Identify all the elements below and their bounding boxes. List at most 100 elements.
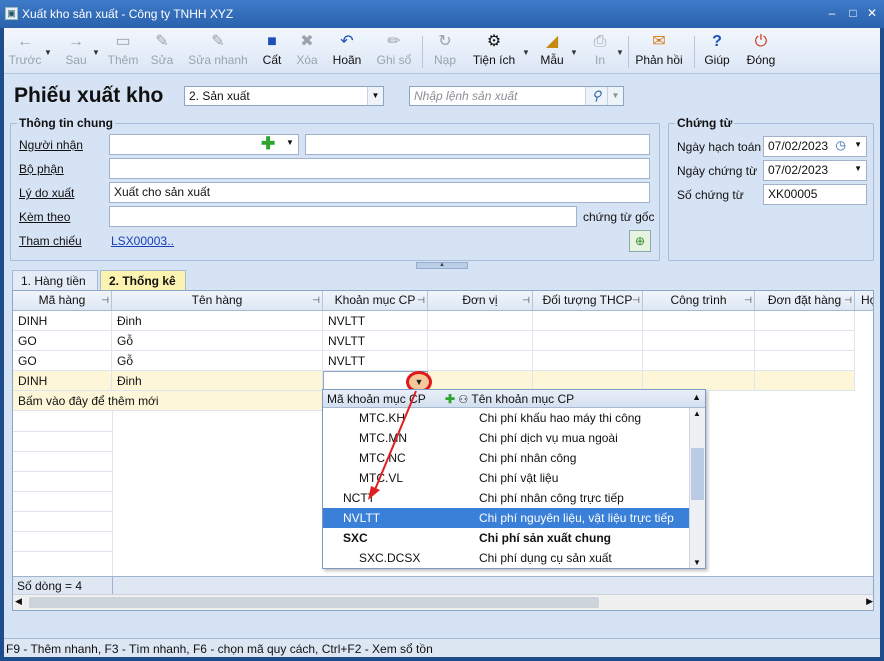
column-header[interactable]: Đơn đặt hàng ⊣ — [755, 291, 855, 311]
edit-button[interactable]: ✎ Sửa — [148, 32, 176, 72]
undo-button[interactable]: ↶ Hoãn — [330, 32, 364, 72]
add-button[interactable]: ▭ Thêm — [106, 32, 140, 72]
attachment-input[interactable] — [109, 206, 577, 227]
cell-cost-item[interactable]: NVLTT — [323, 351, 428, 371]
cell-order[interactable] — [755, 311, 855, 331]
cell-item-code[interactable]: GO — [13, 331, 112, 351]
cell-cost-object[interactable] — [533, 371, 643, 391]
chevron-down-icon[interactable]: ▼ — [854, 140, 862, 149]
utilities-button[interactable]: ⚙ Tiện ích — [470, 32, 518, 72]
table-row[interactable]: DINH Đinh NVLTT — [13, 311, 873, 331]
cell-unit[interactable] — [428, 331, 533, 351]
previous-button[interactable]: ← Trước — [8, 32, 42, 72]
table-row-selected[interactable]: DINH Đinh — [13, 371, 873, 391]
cell-project[interactable] — [643, 331, 755, 351]
table-row[interactable]: GO Gỗ NVLTT — [13, 331, 873, 351]
list-item[interactable]: SXC Chi phí sản xuất chung — [323, 528, 689, 548]
template-button[interactable]: ◢ Mẫu — [536, 32, 568, 72]
cell-unit[interactable] — [428, 311, 533, 331]
post-button[interactable]: ✏ Ghi sổ — [374, 32, 414, 72]
column-header[interactable]: Đơn vị ⊣ — [428, 291, 533, 311]
reference-link[interactable]: LSX00003 — [111, 234, 167, 248]
cell-item-name[interactable]: Gỗ — [112, 331, 323, 351]
cell-unit[interactable] — [428, 351, 533, 371]
quick-edit-button[interactable]: ✎ Sửa nhanh — [188, 32, 248, 72]
tab-goods-money[interactable]: 1. Hàng tiền — [12, 270, 98, 290]
cell-order[interactable] — [755, 331, 855, 351]
scroll-down-icon[interactable]: ▼ — [693, 558, 701, 567]
voucher-no-input[interactable]: XK00005 — [763, 184, 867, 205]
previous-dropdown-icon[interactable]: ▼ — [44, 48, 52, 57]
column-header[interactable]: Đối tượng THCP ⊣ — [533, 291, 643, 311]
reload-button[interactable]: ↻ Nạp — [430, 32, 460, 72]
print-button[interactable]: ⎙ In — [586, 32, 614, 72]
cell-cost-item[interactable]: NVLTT — [323, 311, 428, 331]
cell-cost-object[interactable] — [533, 351, 643, 371]
popup-vertical-scrollbar[interactable]: ▲ ▼ — [689, 408, 705, 568]
cell-order[interactable] — [755, 371, 855, 391]
add-new-hint[interactable]: Bấm vào đây để thêm mới — [13, 391, 323, 411]
next-dropdown-icon[interactable]: ▼ — [92, 48, 100, 57]
scroll-right-icon[interactable]: ▶ — [866, 596, 873, 607]
add-reference-icon[interactable]: ⊕ — [629, 230, 651, 252]
recipient-name-input[interactable] — [305, 134, 650, 155]
recipient-dropdown-icon[interactable]: ▼ — [286, 138, 294, 147]
cell-project[interactable] — [643, 371, 755, 391]
scroll-left-icon[interactable]: ◀ — [15, 596, 22, 607]
horizontal-scrollbar[interactable]: ◀ ▶ — [13, 594, 873, 610]
column-header[interactable]: Công trình ⊣ — [643, 291, 755, 311]
voucher-type-select[interactable]: 2. Sản xuất ▼ — [184, 86, 384, 106]
feedback-button[interactable]: ✉ Phản hồi — [634, 32, 684, 72]
cell-cost-object[interactable] — [533, 311, 643, 331]
print-dropdown-icon[interactable]: ▼ — [616, 48, 624, 57]
cell-order[interactable] — [755, 351, 855, 371]
cell-item-name[interactable]: Đinh — [112, 311, 323, 331]
utilities-dropdown-icon[interactable]: ▼ — [522, 48, 530, 57]
cell-item-name[interactable]: Gỗ — [112, 351, 323, 371]
column-header[interactable]: Hợ — [855, 291, 873, 311]
list-item-highlighted[interactable]: NVLTT Chi phí nguyên liệu, vật liệu trực … — [323, 508, 689, 528]
popup-header-name[interactable]: ✚ ⚇ Tên khoản mục CP ▲ — [441, 390, 705, 408]
tab-statistics[interactable]: 2. Thống kê — [100, 270, 186, 290]
sort-up-icon[interactable]: ▲ — [692, 392, 701, 402]
close-button[interactable]: ⏻ Đóng — [744, 32, 778, 72]
collapse-handle[interactable]: ▲ — [416, 262, 468, 269]
binoculars-icon[interactable]: ⚇ — [458, 394, 468, 406]
department-input[interactable] — [109, 158, 650, 179]
cell-item-name[interactable]: Đinh — [112, 371, 323, 391]
add-item-icon[interactable]: ✚ — [445, 392, 455, 406]
chevron-down-icon[interactable]: ▼ — [367, 87, 383, 105]
scrollbar-thumb[interactable] — [29, 597, 599, 608]
cell-item-code[interactable]: DINH — [13, 371, 112, 391]
clock-icon[interactable]: ◷ — [836, 138, 846, 152]
close-window-button[interactable]: ✕ — [864, 6, 880, 22]
voucher-date-input[interactable]: 07/02/2023 ▼ — [763, 160, 867, 181]
reference-more-link[interactable]: ... — [164, 234, 174, 248]
help-button[interactable]: ? Giúp — [702, 32, 732, 72]
list-item[interactable]: SXC.DCSX Chi phí dụng cụ sản xuất — [323, 548, 689, 568]
delete-button[interactable]: ✖ Xóa — [294, 32, 320, 72]
cell-cost-object[interactable] — [533, 331, 643, 351]
cell-item-code[interactable]: DINH — [13, 311, 112, 331]
production-order-input[interactable]: Nhập lệnh sản xuất ⚲ ▼ — [409, 86, 624, 106]
scrollbar-thumb[interactable] — [691, 448, 704, 500]
template-dropdown-icon[interactable]: ▼ — [570, 48, 578, 57]
column-header[interactable]: Tên hàng ⊣ — [112, 291, 323, 311]
cell-cost-item[interactable]: NVLTT — [323, 331, 428, 351]
cell-unit[interactable] — [428, 371, 533, 391]
chevron-down-icon[interactable]: ▼ — [854, 164, 862, 173]
table-row[interactable]: GO Gỗ NVLTT — [13, 351, 873, 371]
column-header[interactable]: Khoản mục CP ⊣ — [323, 291, 428, 311]
cell-project[interactable] — [643, 351, 755, 371]
save-button[interactable]: ■ Cất — [258, 32, 286, 72]
search-icon[interactable]: ⚲ — [585, 87, 607, 105]
posting-date-input[interactable]: 07/02/2023 ◷ ▼ — [763, 136, 867, 157]
cell-item-code[interactable]: GO — [13, 351, 112, 371]
minimize-button[interactable]: – — [824, 6, 840, 22]
reason-input[interactable]: Xuất cho sản xuất — [109, 182, 650, 203]
next-button[interactable]: → Sau — [60, 32, 92, 72]
scroll-up-icon[interactable]: ▲ — [693, 409, 701, 418]
cell-project[interactable] — [643, 311, 755, 331]
maximize-button[interactable]: □ — [845, 6, 861, 22]
add-recipient-icon[interactable]: ✚ — [261, 134, 275, 154]
